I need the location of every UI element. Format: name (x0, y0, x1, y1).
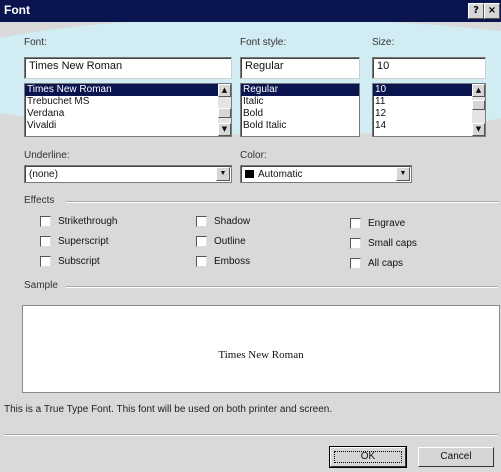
size-list-item[interactable]: 12 (373, 108, 485, 120)
scroll-down-icon[interactable]: ▼ (218, 123, 231, 136)
checkbox-label: Subscript (58, 256, 100, 267)
cancel-button-label: Cancel (440, 451, 472, 462)
scroll-thumb[interactable] (218, 108, 231, 118)
font-list[interactable]: Times New Roman Trebuchet MS Verdana Vivald… (24, 83, 232, 137)
checkbox-label: Superscript (58, 236, 109, 247)
font-style-label: Font style: (240, 37, 287, 48)
sample-text: Times New Roman (218, 349, 304, 361)
size-list-item[interactable]: 10 (373, 84, 485, 96)
font-dialog: Font ? × Font: Times New Roman Times New… (0, 0, 501, 472)
color-select[interactable]: Automatic ▼ (240, 165, 412, 183)
size-list-item[interactable]: 11 (373, 96, 485, 108)
font-style-list[interactable]: Regular Italic Bold Bold Italic (240, 83, 360, 137)
font-list-scrollbar[interactable]: ▲ ▼ (218, 84, 231, 136)
scroll-thumb[interactable] (472, 100, 485, 110)
font-label: Font: (24, 37, 47, 48)
engrave-checkbox[interactable]: Engrave (350, 218, 405, 229)
font-style-list-item[interactable]: Italic (241, 96, 359, 108)
font-list-item[interactable]: Times New Roman (25, 84, 231, 96)
small-caps-checkbox[interactable]: Small caps (350, 238, 417, 249)
emboss-checkbox[interactable]: Emboss (196, 256, 250, 267)
scroll-up-icon[interactable]: ▲ (472, 84, 485, 97)
size-list-item[interactable]: 14 (373, 120, 485, 132)
sample-preview: Times New Roman (22, 305, 500, 393)
checkbox-box[interactable] (196, 236, 207, 247)
superscript-checkbox[interactable]: Superscript (40, 236, 109, 247)
effects-divider (66, 201, 498, 203)
font-style-input[interactable]: Regular (240, 57, 360, 79)
title-bar: Font ? × (0, 0, 501, 22)
color-label: Color: (240, 150, 267, 161)
color-value: Automatic (258, 169, 303, 180)
checkbox-box[interactable] (40, 236, 51, 247)
subscript-checkbox[interactable]: Subscript (40, 256, 100, 267)
size-list-scrollbar[interactable]: ▲ ▼ (472, 84, 485, 136)
checkbox-box[interactable] (196, 216, 207, 227)
cancel-button[interactable]: Cancel (418, 447, 494, 467)
effects-label: Effects (24, 195, 55, 206)
outline-checkbox[interactable]: Outline (196, 236, 246, 247)
checkbox-box[interactable] (350, 258, 361, 269)
help-button[interactable]: ? (468, 3, 484, 19)
checkbox-box[interactable] (196, 256, 207, 267)
sample-divider (66, 286, 498, 288)
strikethrough-checkbox[interactable]: Strikethrough (40, 216, 117, 227)
close-button[interactable]: × (484, 3, 500, 19)
scroll-down-icon[interactable]: ▼ (472, 123, 485, 136)
font-style-list-item[interactable]: Bold (241, 108, 359, 120)
underline-select[interactable]: (none) ▼ (24, 165, 232, 183)
ok-button[interactable]: OK (329, 446, 407, 468)
font-info-text: This is a True Type Font. This font will… (4, 404, 333, 415)
font-list-item[interactable]: Trebuchet MS (25, 96, 231, 108)
checkbox-box[interactable] (350, 218, 361, 229)
sample-label: Sample (24, 280, 58, 291)
shadow-checkbox[interactable]: Shadow (196, 216, 250, 227)
checkbox-label: Outline (214, 236, 246, 247)
checkbox-label: Shadow (214, 216, 251, 227)
size-list[interactable]: 10 11 12 14 ▲ ▼ (372, 83, 486, 137)
color-swatch (245, 170, 254, 178)
underline-label: Underline: (24, 150, 70, 161)
chevron-down-icon[interactable]: ▼ (216, 167, 230, 181)
checkbox-box[interactable] (40, 216, 51, 227)
all-caps-checkbox[interactable]: All caps (350, 258, 403, 269)
font-list-item[interactable]: Verdana (25, 108, 231, 120)
checkbox-label: Small caps (368, 238, 417, 249)
font-list-item[interactable]: Vivaldi (25, 120, 231, 132)
checkbox-label: Strikethrough (58, 216, 118, 227)
size-label: Size: (372, 37, 395, 48)
chevron-down-icon[interactable]: ▼ (396, 167, 410, 181)
checkbox-label: Engrave (368, 218, 406, 229)
font-name-input[interactable]: Times New Roman (24, 57, 232, 79)
font-style-list-item[interactable]: Bold Italic (241, 120, 359, 132)
checkbox-box[interactable] (350, 238, 361, 249)
scroll-up-icon[interactable]: ▲ (218, 84, 231, 97)
font-style-list-item[interactable]: Regular (241, 84, 359, 96)
checkbox-box[interactable] (40, 256, 51, 267)
checkbox-label: Emboss (214, 256, 251, 267)
window-title: Font (4, 3, 30, 17)
focus-rect (334, 451, 402, 463)
underline-value: (none) (29, 169, 58, 180)
size-input[interactable]: 10 (372, 57, 486, 79)
checkbox-label: All caps (368, 258, 404, 269)
bottom-divider (4, 434, 498, 436)
